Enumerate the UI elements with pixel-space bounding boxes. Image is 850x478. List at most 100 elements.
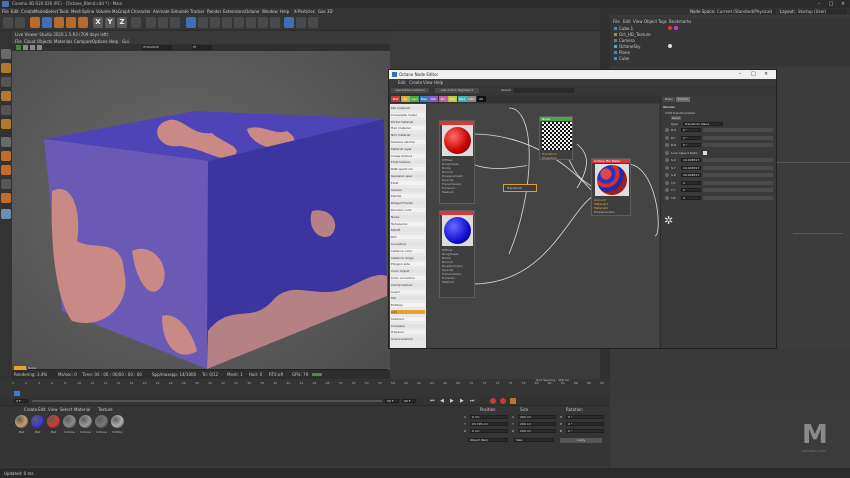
ne-menu-create[interactable]: Create [409, 80, 422, 85]
solo-icon[interactable] [1, 209, 11, 219]
node-library-item[interactable]: Instance color [391, 248, 425, 253]
port-medium[interactable]: Medium [442, 280, 474, 284]
menu-tools[interactable]: Tools [59, 9, 69, 14]
om-menu-view[interactable]: View [633, 19, 643, 24]
timeline[interactable]: 0 2 4 6 8 10 12 14 16 18 20 22 24 26 28 30 32 34 36 38 40 42 4… [0, 378, 610, 397]
param-keyframe-icon[interactable] [665, 188, 669, 192]
render-picture-viewer-icon[interactable] [158, 17, 168, 28]
tab-basic[interactable]: Basic [663, 97, 675, 102]
array-icon[interactable] [222, 17, 232, 28]
rotation-field[interactable]: 0 ° [566, 429, 604, 433]
end-frame-field[interactable]: 90 F [385, 399, 399, 403]
port-medium[interactable]: Medium [442, 190, 474, 194]
node-library-item[interactable]: RGB spectrum [391, 167, 425, 172]
menu-window[interactable]: Window [262, 9, 278, 14]
node-library-item[interactable]: Shadow catcher [391, 140, 425, 144]
param-value-field[interactable]: 0 ° [681, 143, 701, 147]
texture-mode-icon[interactable] [1, 77, 11, 87]
menu-volume[interactable]: Volume [96, 9, 111, 14]
param-slider[interactable] [703, 143, 773, 147]
node-library-item[interactable]: Add [391, 310, 425, 314]
node-library-item[interactable]: Subtract [391, 316, 425, 321]
material-node-red[interactable]: Diffuse Roughness Bump Normal Displaceme… [439, 120, 475, 204]
model-mode-icon[interactable] [1, 63, 11, 73]
category-button[interactable]: Emi [448, 96, 457, 102]
mm-menu-select[interactable]: Select [60, 407, 72, 412]
param-keyframe-icon[interactable] [665, 150, 669, 155]
menu-select[interactable]: Select [46, 9, 58, 14]
deformer-icon[interactable] [234, 17, 244, 28]
mm-menu-view[interactable]: View [48, 407, 58, 412]
param-keyframe-icon[interactable] [665, 158, 669, 162]
category-button[interactable]: All [476, 96, 486, 102]
material-tag-icon[interactable] [668, 26, 672, 30]
param-keyframe-icon[interactable] [665, 165, 669, 170]
category-button[interactable]: Gen [410, 96, 419, 102]
param-slider[interactable] [703, 173, 773, 177]
object-row-camera[interactable]: Camera [619, 38, 635, 43]
coord-system-icon[interactable] [131, 17, 141, 28]
param-slider[interactable] [703, 128, 773, 132]
points-mode-icon[interactable] [1, 91, 11, 101]
render-view-icon[interactable] [146, 17, 156, 28]
rotation-field[interactable]: 0 ° [566, 422, 604, 426]
param-value-field[interactable]: 0 ° [681, 128, 701, 132]
transform-node[interactable]: Transform [503, 184, 537, 192]
category-button[interactable]: Map [419, 96, 429, 102]
param-keyframe-icon[interactable] [665, 135, 669, 140]
category-button[interactable]: Tex [400, 96, 410, 102]
mix-material-node[interactable]: Octane Mix Mater Amount Material1 Materi… [591, 158, 631, 216]
menu-render[interactable]: Render [207, 9, 221, 14]
object-row-plane[interactable]: Plane [619, 50, 630, 55]
move-tool-icon[interactable] [42, 17, 52, 28]
ne-menu-edit[interactable]: Edit [398, 80, 406, 85]
object-row-octanesky[interactable]: OctaneSky [619, 44, 640, 49]
mm-menu-material[interactable]: Material [74, 407, 90, 412]
layout-select[interactable]: Startup (User) [797, 9, 847, 14]
node-search-input[interactable] [514, 88, 574, 93]
node-library-item[interactable]: Float [391, 180, 425, 185]
current-frame-field[interactable]: 90 F [402, 399, 416, 403]
live-viewer-viewport[interactable] [12, 31, 390, 370]
param-value-field[interactable]: 0 [681, 180, 701, 185]
edges-mode-icon[interactable] [1, 105, 11, 115]
om-menu-edit[interactable]: Edit [623, 19, 631, 24]
rotate-tool-icon[interactable] [66, 17, 76, 28]
param-value-field[interactable]: 0 ° [681, 135, 701, 140]
render-settings-icon[interactable] [170, 17, 180, 28]
camera-icon[interactable] [258, 17, 268, 28]
category-button[interactable]: Oth [429, 96, 438, 102]
octane-live-viewer-icon[interactable] [284, 17, 294, 28]
menu-create[interactable]: Create [21, 9, 34, 14]
autokey-icon[interactable] [500, 398, 506, 404]
material-swatch[interactable] [111, 415, 124, 428]
node-library-item[interactable]: Color Adjust [391, 269, 425, 274]
material-swatch[interactable] [79, 415, 92, 428]
restart-render-icon[interactable] [23, 45, 28, 50]
sky-tag-icon[interactable] [668, 44, 672, 48]
subdivision-icon[interactable] [210, 17, 220, 28]
node-space-select[interactable]: Current (Standard/Physical) [716, 9, 776, 14]
prev-frame-icon[interactable]: ◀ [440, 398, 444, 404]
rotation-field[interactable]: 0 ° [566, 415, 604, 419]
get-active-tag-button[interactable]: Get Active Tag/object [435, 88, 479, 93]
node-library-item[interactable]: Polygon side [391, 262, 425, 267]
param-value-field[interactable]: 0 [681, 188, 701, 192]
node-library-item[interactable]: Ridged Fractal [391, 201, 425, 206]
material-swatch[interactable] [47, 415, 60, 428]
node-library-item[interactable]: Checks [391, 187, 425, 192]
param-value-field[interactable]: 10.408317 [681, 165, 701, 170]
recent-tool-icon[interactable] [78, 17, 88, 28]
material-swatch[interactable] [15, 415, 28, 428]
coord-mode-select[interactable]: Object (Rel) [468, 438, 508, 442]
menu-spline[interactable]: Spline [82, 9, 94, 14]
node-library-item[interactable]: Random color [391, 208, 425, 212]
ne-menu-help[interactable]: Help [434, 80, 443, 85]
param-keyframe-icon[interactable] [665, 173, 669, 177]
goto-end-icon[interactable]: ⏭ [470, 398, 475, 404]
minimize-button[interactable]: – [814, 1, 824, 7]
size-field[interactable]: 200 cm [518, 415, 556, 419]
stop-render-icon[interactable] [37, 45, 42, 50]
cube-primitive-icon[interactable] [186, 17, 196, 28]
x-axis-lock-icon[interactable]: X [93, 17, 103, 28]
